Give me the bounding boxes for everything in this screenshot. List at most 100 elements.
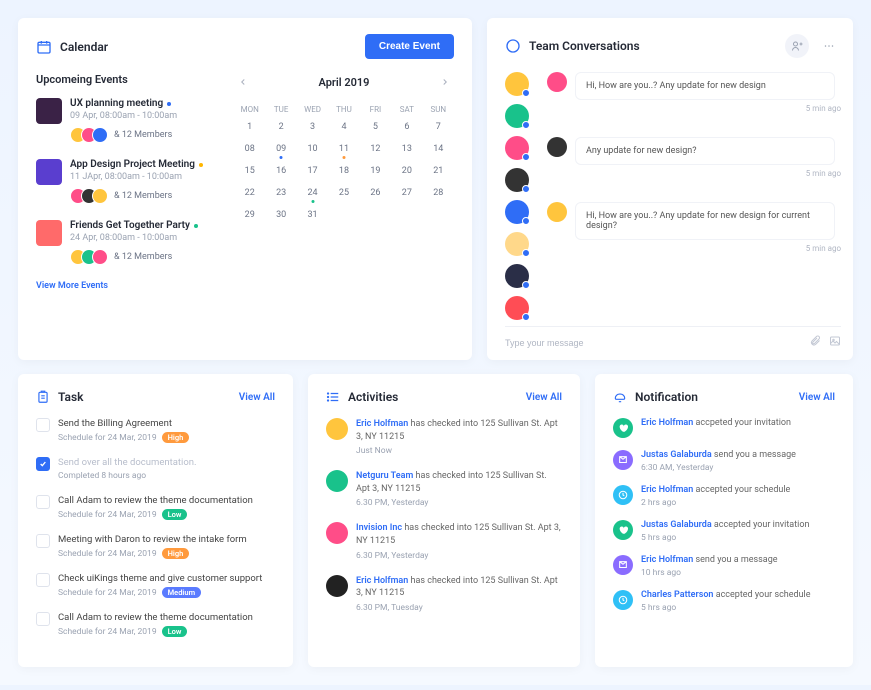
avatar xyxy=(92,188,108,204)
day-cell[interactable]: 3 xyxy=(297,120,328,134)
task-row: Check uiKings theme and give customer su… xyxy=(36,573,275,598)
avatar xyxy=(92,249,108,265)
notification-text: Eric Holfman accepted your schedule xyxy=(641,485,790,495)
day-cell[interactable]: 22 xyxy=(234,186,265,200)
priority-pill: Low xyxy=(162,626,188,637)
create-event-button[interactable]: Create Event xyxy=(365,34,454,59)
notification-time: 10 hrs ago xyxy=(641,568,778,578)
day-cell[interactable]: 09 xyxy=(265,142,296,156)
conversation-avatar[interactable] xyxy=(505,104,529,128)
activities-view-all[interactable]: View All xyxy=(526,392,562,403)
day-cell[interactable]: 4 xyxy=(328,120,359,134)
day-cell[interactable]: 26 xyxy=(360,186,391,200)
view-more-events[interactable]: View More Events xyxy=(36,281,212,291)
conversation-avatar[interactable] xyxy=(505,296,529,320)
add-user-button[interactable] xyxy=(785,34,809,58)
task-title: Call Adam to review the theme documentat… xyxy=(58,612,253,623)
clipboard-icon xyxy=(36,390,50,404)
message-avatar xyxy=(547,137,567,157)
day-cell[interactable]: 08 xyxy=(234,142,265,156)
day-cell[interactable]: 11 xyxy=(328,142,359,156)
task-subtitle: Schedule for 24 Mar, 2019 Low xyxy=(58,626,253,637)
task-title: Meeting with Daron to review the intake … xyxy=(58,534,247,545)
dow-cell: THU xyxy=(328,105,359,114)
task-title: Task xyxy=(36,390,84,404)
day-cell[interactable]: 13 xyxy=(391,142,422,156)
task-checkbox[interactable] xyxy=(36,418,50,432)
task-row: Send the Billing Agreement Schedule for … xyxy=(36,418,275,443)
calendar-next[interactable] xyxy=(436,73,454,91)
member-count: & 12 Members xyxy=(114,130,172,140)
event-thumb xyxy=(36,98,62,124)
task-view-all[interactable]: View All xyxy=(239,392,275,403)
message-avatar xyxy=(547,202,567,222)
day-cell[interactable]: 20 xyxy=(391,164,422,178)
task-title: Call Adam to review the theme documentat… xyxy=(58,495,253,506)
day-cell[interactable]: 18 xyxy=(328,164,359,178)
task-checkbox[interactable] xyxy=(36,495,50,509)
conversation-avatar[interactable] xyxy=(505,264,529,288)
day-cell[interactable]: 29 xyxy=(234,208,265,222)
message-bubble: Hi, How are you..? Any update for new de… xyxy=(575,202,835,240)
priority-pill: Medium xyxy=(162,587,201,598)
more-icon[interactable] xyxy=(817,34,841,58)
day-cell[interactable]: 21 xyxy=(423,164,454,178)
activity-time: 6.30 PM, Yesterday xyxy=(356,498,562,508)
day-cell[interactable]: 10 xyxy=(297,142,328,156)
day-cell[interactable]: 14 xyxy=(423,142,454,156)
activity-text: Invision Inc has checked into 125 Sulliv… xyxy=(356,522,562,547)
message-group: Hi, How are you..? Any update for new de… xyxy=(547,72,841,123)
task-checkbox[interactable] xyxy=(36,534,50,548)
day-cell[interactable]: 6 xyxy=(391,120,422,134)
task-subtitle: Schedule for 24 Mar, 2019 High xyxy=(58,432,189,443)
day-cell[interactable]: 12 xyxy=(360,142,391,156)
day-cell[interactable]: 5 xyxy=(360,120,391,134)
event-item[interactable]: UX planning meeting 09 Apr, 08:00am - 10… xyxy=(36,98,212,143)
calendar-prev[interactable] xyxy=(234,73,252,91)
day-cell[interactable]: 25 xyxy=(328,186,359,200)
day-cell[interactable]: 27 xyxy=(391,186,422,200)
event-item[interactable]: Friends Get Together Party 24 Apr, 08:00… xyxy=(36,220,212,265)
day-cell[interactable]: 28 xyxy=(423,186,454,200)
event-thumb xyxy=(36,220,62,246)
notification-row: Justas Galaburda send you a message 6:30… xyxy=(613,450,835,473)
day-cell[interactable]: 7 xyxy=(423,120,454,134)
image-icon[interactable] xyxy=(829,335,841,350)
task-title-text: Task xyxy=(58,390,84,404)
conversation-avatar[interactable] xyxy=(505,72,529,96)
day-cell[interactable]: 23 xyxy=(265,186,296,200)
day-cell[interactable]: 15 xyxy=(234,164,265,178)
conversation-avatar[interactable] xyxy=(505,136,529,160)
avatar xyxy=(92,127,108,143)
day-cell[interactable]: 31 xyxy=(297,208,328,222)
notification-text: Eric Holfman send you a message xyxy=(641,555,778,565)
event-item[interactable]: App Design Project Meeting 11 JApr, 08:0… xyxy=(36,159,212,204)
notification-time: 6:30 AM, Yesterday xyxy=(641,463,796,473)
attach-icon[interactable] xyxy=(809,335,821,350)
dow-cell: SAT xyxy=(391,105,422,114)
message-input[interactable] xyxy=(505,338,801,348)
day-cell[interactable]: 2 xyxy=(265,120,296,134)
message-time: 5 min ago xyxy=(575,169,841,178)
day-cell[interactable]: 16 xyxy=(265,164,296,178)
activity-text: Eric Holfman has checked into 125 Sulliv… xyxy=(356,418,562,443)
task-subtitle: Completed 8 hours ago xyxy=(58,471,196,481)
dow-cell: FRI xyxy=(360,105,391,114)
day-cell[interactable]: 30 xyxy=(265,208,296,222)
task-checkbox[interactable] xyxy=(36,573,50,587)
task-checkbox[interactable] xyxy=(36,612,50,626)
task-checkbox[interactable] xyxy=(36,457,50,471)
day-cell[interactable]: 1 xyxy=(234,120,265,134)
conversation-avatar[interactable] xyxy=(505,168,529,192)
day-cell[interactable]: 24 xyxy=(297,186,328,200)
day-cell[interactable]: 17 xyxy=(297,164,328,178)
message-avatar xyxy=(547,72,567,92)
message-group: Any update for new design? 5 min ago xyxy=(547,137,841,188)
conversation-avatar[interactable] xyxy=(505,232,529,256)
day-cell[interactable]: 19 xyxy=(360,164,391,178)
event-time: 11 JApr, 08:00am - 10:00am xyxy=(70,172,203,182)
activity-time: Just Now xyxy=(356,446,562,456)
conversation-avatar[interactable] xyxy=(505,200,529,224)
notification-view-all[interactable]: View All xyxy=(799,392,835,403)
notification-icon xyxy=(613,590,633,610)
